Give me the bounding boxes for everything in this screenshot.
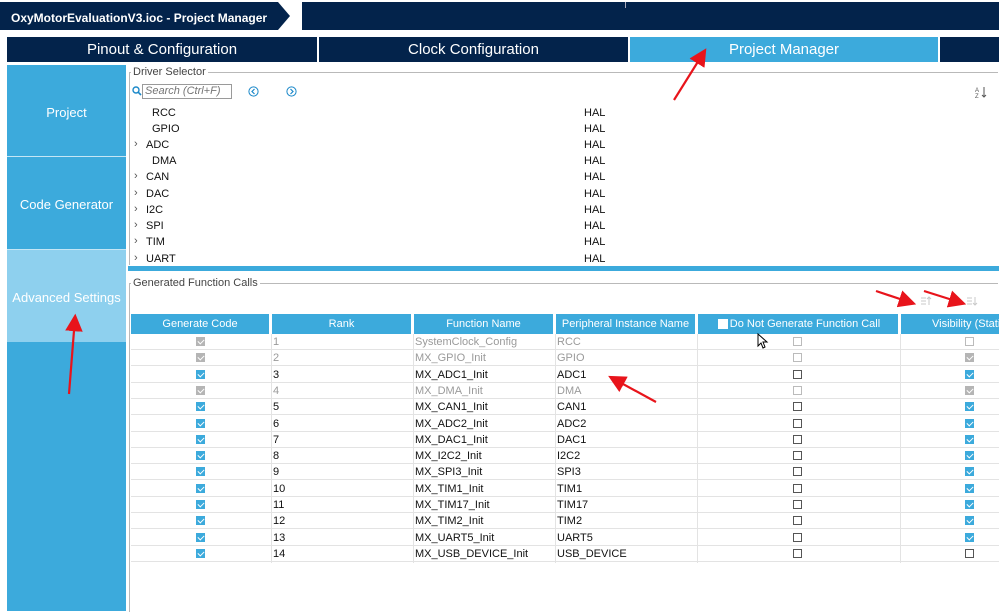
arrow-to-advanced-settings bbox=[65, 313, 83, 395]
mouse-cursor-icon bbox=[757, 333, 769, 349]
arrow-to-move-down bbox=[923, 289, 967, 308]
arrow-to-move-up bbox=[875, 289, 917, 308]
arrow-to-project-manager-tab bbox=[673, 48, 707, 101]
annotation-arrows bbox=[65, 48, 967, 403]
arrow-to-adc1-row bbox=[608, 375, 657, 403]
